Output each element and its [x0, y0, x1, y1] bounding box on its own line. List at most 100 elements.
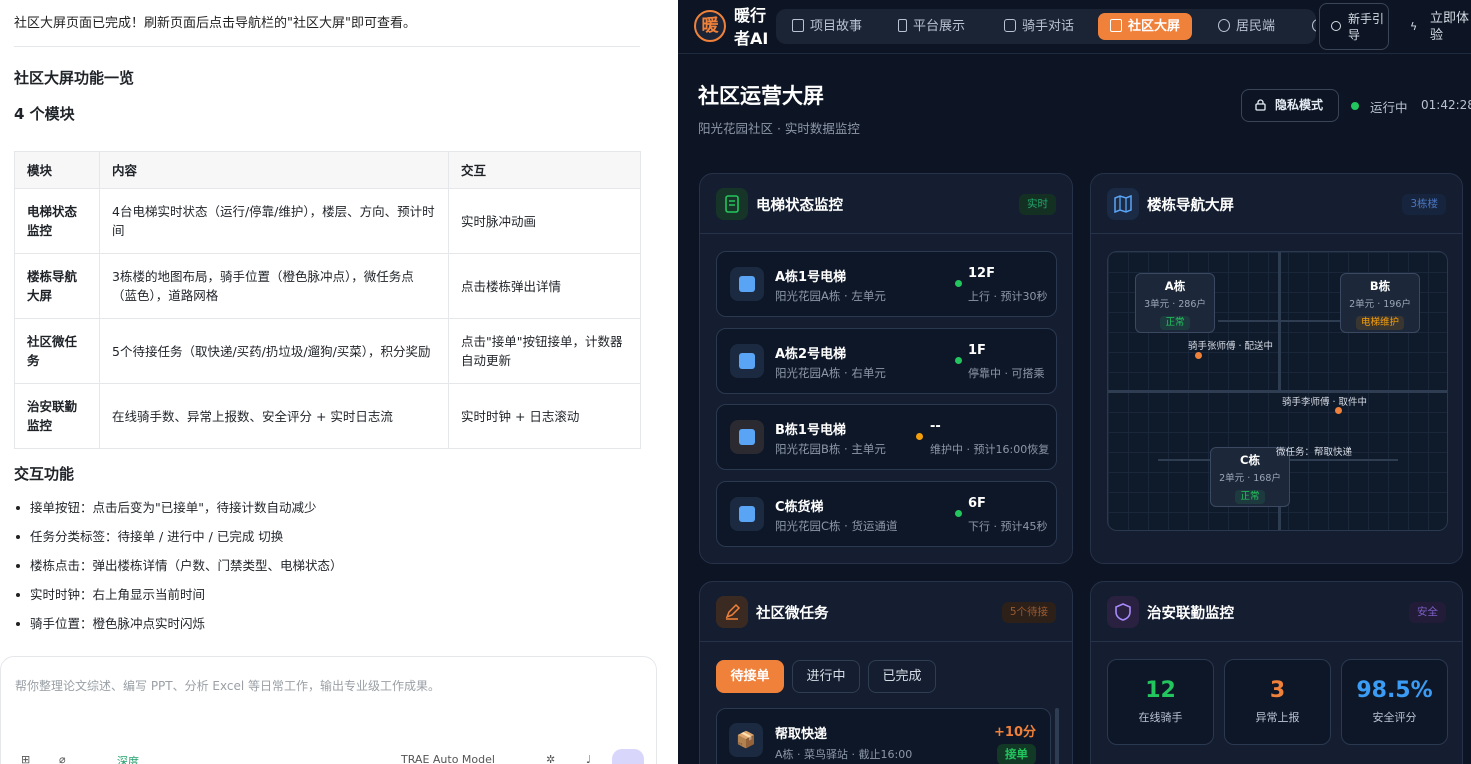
tab-completed[interactable]: 已完成	[868, 660, 936, 693]
elevator-name: B栋1号电梯	[775, 423, 846, 438]
building-name: A栋	[1164, 279, 1186, 293]
privacy-label: 隐私模式	[1275, 98, 1324, 112]
table-cell-content: 5个待接任务（取快递/买药/扔垃圾/遛狗/买菜），积分奖励	[99, 318, 449, 384]
nav-item-platform[interactable]: 平台展示	[890, 13, 973, 40]
rider-location-dot[interactable]	[1335, 407, 1342, 414]
deep-mode-toggle[interactable]: 深度	[99, 753, 139, 764]
privacy-mode-button[interactable]: 隐私模式	[1241, 89, 1339, 122]
accept-task-button[interactable]: 接单	[997, 744, 1036, 764]
nav-item-label: 平台展示	[913, 19, 966, 34]
building-a[interactable]: A栋 3单元 · 286户 正常	[1135, 273, 1215, 333]
attach-icon[interactable]: ⌀	[59, 753, 66, 764]
realtime-clock: 01:42:28	[1421, 98, 1471, 112]
table-row: 治安联勤监控 在线骑手数、异常上报数、安全评分 + 实时日志流 实时时钟 + 日…	[14, 383, 641, 449]
building-map-panel: 楼栋导航大屏 3栋楼 A栋 3单元 · 286户 正常 B栋 2单元 · 196…	[1090, 173, 1463, 564]
building-name: B栋	[1369, 279, 1391, 293]
elevator-row[interactable]: B栋1号电梯 阳光花园B栋 · 主单元 -- 维护中 · 预计16:00恢复	[716, 404, 1057, 470]
community-map[interactable]: A栋 3单元 · 286户 正常 B栋 2单元 · 196户 电梯维护 C栋 2…	[1107, 251, 1448, 531]
elevator-location: 阳光花园B栋 · 主单元	[775, 442, 886, 456]
elevator-name: A栋1号电梯	[775, 270, 847, 285]
nav-item-resident[interactable]: 居民端	[1210, 13, 1283, 40]
elevator-row[interactable]: C栋货梯 阳光花园C栋 · 货运通道 6F 下行 · 预计45秒	[716, 481, 1057, 547]
guide-button[interactable]: 新手引导	[1319, 3, 1389, 50]
guide-label: 新手引导	[1348, 12, 1385, 42]
brand-name: 暖行者AI	[734, 6, 769, 48]
nav-item-label: 项目故事	[810, 19, 863, 34]
model-name: TRAE Auto Model	[401, 753, 495, 764]
gear-icon	[1312, 19, 1316, 32]
chat-input-box[interactable]: 帮你整理论文综述、编写 PPT、分析 Excel 等日常工作，输出专业级工作成果…	[0, 656, 657, 764]
phone-icon	[898, 19, 907, 32]
list-item: 楼栋点击：弹出楼栋详情（户数、门禁类型、电梯状态）	[14, 555, 343, 584]
nav-item-rider-chat[interactable]: 骑手对话	[996, 13, 1082, 40]
input-toolbar: ⊞ ⌀ 深度 TRAE Auto Model ✲ ♩	[1, 753, 656, 764]
overview-heading: 社区大屏功能一览	[14, 69, 135, 87]
model-selector[interactable]: TRAE Auto Model	[401, 753, 495, 764]
table-header: 模块	[14, 151, 100, 189]
nav-item-community-screen[interactable]: 社区大屏	[1098, 13, 1193, 40]
elevator-status: 停靠中 · 可搭乘	[968, 367, 1045, 380]
stat-value: 12	[1145, 678, 1176, 703]
elevator-icon	[730, 420, 764, 454]
elevator-floor: 6F	[968, 496, 986, 511]
building-info: 3单元 · 286户	[1144, 299, 1206, 310]
running-status-dot	[1351, 102, 1359, 110]
shield-icon	[1107, 596, 1139, 628]
settings-icon[interactable]: ✲	[546, 753, 555, 764]
elevator-panel-header: 电梯状态监控 实时	[700, 174, 1072, 234]
tab-in-progress[interactable]: 进行中	[792, 660, 860, 693]
interactions-heading: 交互功能	[14, 465, 75, 483]
add-icon[interactable]: ⊞	[21, 753, 30, 764]
task-card: 📦 帮取快递 A栋 · 菜鸟驿站 · 截止16:00 +10分 接单	[716, 708, 1051, 764]
building-status: 正常	[1235, 490, 1265, 504]
task-name: 帮取快递	[775, 727, 828, 742]
tab-pending[interactable]: 待接单	[716, 660, 784, 693]
app-preview: 暖 暖行者AI 项目故事 平台展示 骑手对话 社区大屏 居民端 新手引导 ϟ 立即…	[678, 0, 1471, 764]
table-header-row: 模块 内容 交互	[14, 151, 641, 189]
chat-pane: 社区大屏页面已完成！刷新页面后点击导航栏的"社区大屏"即可查看。 社区大屏功能一…	[0, 0, 678, 764]
lock-icon	[1255, 99, 1266, 111]
security-badge: 安全	[1409, 602, 1446, 623]
try-now-button[interactable]: ϟ 立即体验	[1408, 10, 1471, 44]
pen-icon	[716, 596, 748, 628]
elevator-floor: 1F	[968, 343, 986, 358]
road	[1278, 252, 1281, 392]
try-label: 立即体验	[1430, 11, 1470, 43]
modules-heading: 4 个模块	[14, 105, 75, 123]
stat-value: 3	[1269, 678, 1286, 703]
elevator-status-dot	[916, 433, 923, 440]
elevator-status: 上行 · 预计30秒	[968, 290, 1048, 303]
nav-tabs: 项目故事 平台展示 骑手对话 社区大屏 居民端	[776, 9, 1316, 44]
security-panel-title: 治安联勤监控	[1147, 606, 1234, 622]
book-icon	[792, 19, 804, 32]
elevator-floor: 12F	[968, 266, 995, 281]
logo-icon: 暖	[694, 10, 726, 42]
building-b[interactable]: B栋 2单元 · 196户 电梯维护	[1340, 273, 1420, 333]
send-button[interactable]	[612, 749, 644, 764]
nav-item-story[interactable]: 项目故事	[784, 13, 870, 40]
table-cell-module: 治安联勤监控	[14, 383, 100, 449]
elevator-row[interactable]: A栋2号电梯 阳光花园A栋 · 右单元 1F 停靠中 · 可搭乘	[716, 328, 1057, 394]
nav-item-label: 居民端	[1236, 19, 1276, 34]
building-status: 电梯维护	[1355, 316, 1404, 330]
building-info: 2单元 · 168户	[1219, 473, 1281, 484]
elevator-status-dot	[955, 510, 962, 517]
stat-abnormal-reports: 3 异常上报	[1224, 659, 1331, 745]
micro-task-panel: 社区微任务 5个待接 待接单 进行中 已完成 📦 帮取快递 A栋 · 菜鸟驿站 …	[699, 581, 1073, 764]
chat-icon	[1004, 19, 1016, 32]
mic-icon[interactable]: ♩	[586, 753, 591, 764]
nav-item-more[interactable]	[1304, 13, 1316, 40]
elevator-panel: 电梯状态监控 实时 A栋1号电梯 阳光花园A栋 · 左单元 12F 上行 · 预…	[699, 173, 1073, 564]
feature-table: 模块 内容 交互 电梯状态监控 4台电梯实时状态（运行/停靠/维护），楼层、方向…	[14, 151, 641, 449]
elevator-icon	[730, 497, 764, 531]
task-list-scrollbar[interactable]	[1055, 708, 1059, 764]
map-panel-header: 楼栋导航大屏 3栋楼	[1091, 174, 1462, 234]
elevator-icon	[730, 344, 764, 378]
clipboard-icon	[716, 188, 748, 220]
pending-count-badge: 5个待接	[1001, 602, 1056, 623]
rider-location-dot[interactable]	[1195, 352, 1202, 359]
elevator-row[interactable]: A栋1号电梯 阳光花园A栋 · 左单元 12F 上行 · 预计30秒	[716, 251, 1057, 317]
map-panel-title: 楼栋导航大屏	[1147, 198, 1234, 214]
building-info: 2单元 · 196户	[1349, 299, 1411, 310]
chat-input-placeholder[interactable]: 帮你整理论文综述、编写 PPT、分析 Excel 等日常工作，输出专业级工作成果…	[15, 677, 440, 694]
